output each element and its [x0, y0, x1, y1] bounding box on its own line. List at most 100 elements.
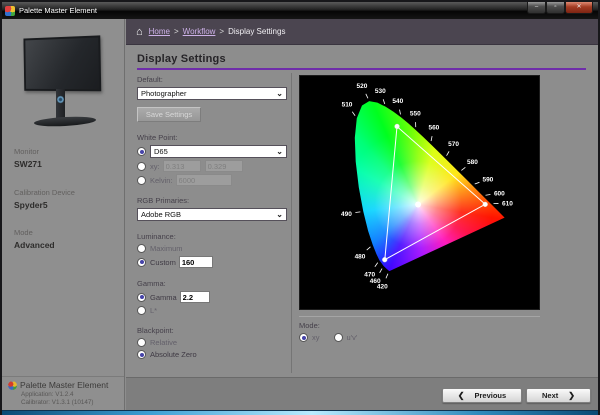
mode-label: Mode: [14, 228, 55, 237]
lstar-radio[interactable]: [137, 306, 146, 315]
mode-uv-radio[interactable]: [334, 333, 343, 342]
navigation-footer: ❮ Previous Next ❯: [126, 377, 598, 410]
maximum-radio[interactable]: [137, 244, 146, 253]
monitor-base-art: [34, 115, 96, 127]
sidebar-footer: Palette Master Element Application: V1.2…: [2, 376, 124, 410]
home-icon: ⌂: [136, 27, 143, 37]
monitor-info: Monitor SW271: [14, 147, 42, 169]
diagram-mode-row: Mode: xy u'v': [299, 321, 542, 342]
xy-label: xy:: [150, 162, 160, 171]
white-point-xy-row: xy:: [137, 160, 287, 172]
absolute-zero-radio[interactable]: [137, 350, 146, 359]
luminance-label: Luminance:: [137, 232, 287, 241]
footer-app-name: Palette Master Element: [20, 380, 108, 390]
rgb-primaries-select[interactable]: Adobe RGB ⌄: [137, 208, 287, 221]
white-point-select[interactable]: D65 ⌄: [150, 145, 287, 158]
mode-xy-label: xy: [312, 333, 320, 342]
mode-uv-label: u'v': [347, 333, 358, 342]
lstar-label: L*: [150, 306, 157, 315]
relative-label: Relative: [150, 338, 177, 347]
breadcrumb-home-link[interactable]: Home: [149, 27, 170, 36]
window-bottom-edge: [2, 410, 598, 415]
custom-label: Custom: [150, 258, 176, 267]
svg-text:480: 480: [355, 253, 366, 260]
gamma-radio-label: Gamma: [150, 293, 177, 302]
svg-text:470: 470: [364, 271, 375, 278]
white-point-kelvin-row: Kelvin:: [137, 174, 287, 186]
default-select[interactable]: Photographer ⌄: [137, 87, 287, 100]
x-value-field: [163, 160, 201, 172]
monitor-image: [16, 33, 108, 125]
maximize-button[interactable]: ▫: [546, 2, 565, 14]
y-value-field: [205, 160, 243, 172]
settings-form: Default: Photographer ⌄ Save Settings Wh…: [137, 75, 287, 362]
minimize-button[interactable]: –: [527, 2, 546, 14]
cie-chromaticity-diagram: 4204604704804905105205305405505605705805…: [299, 75, 540, 310]
default-select-value: Photographer: [141, 89, 276, 98]
calibration-device-info: Calibration Device Spyder5: [14, 188, 75, 210]
save-settings-button[interactable]: Save Settings: [137, 107, 201, 122]
white-point-preset-radio[interactable]: [137, 147, 146, 156]
svg-text:580: 580: [467, 159, 478, 166]
monitor-label: Monitor: [14, 147, 42, 156]
kelvin-field: [176, 174, 232, 186]
white-point-label: White Point:: [137, 133, 287, 142]
chevron-right-icon: ❯: [568, 391, 575, 400]
white-point-select-value: D65: [154, 147, 276, 156]
maximum-label: Maximum: [150, 244, 183, 253]
custom-luminance-field[interactable]: [179, 256, 213, 268]
absolute-zero-label: Absolute Zero: [150, 350, 197, 359]
diagram-mode-label: Mode:: [299, 321, 542, 330]
calibrator-version: Calibrator: V1.3.1 (10147): [21, 399, 124, 406]
gamma-label: Gamma:: [137, 279, 287, 288]
window-title: Palette Master Element: [19, 6, 97, 15]
monitor-stand-hole-art: [57, 95, 64, 104]
blackpoint-absolute-row: Absolute Zero: [137, 350, 287, 359]
previous-button[interactable]: ❮ Previous: [442, 388, 522, 403]
monitor-value: SW271: [14, 159, 42, 169]
monitor-screen-art: [23, 35, 101, 91]
kelvin-radio[interactable]: [137, 176, 146, 185]
blackpoint-label: Blackpoint:: [137, 326, 287, 335]
app-icon: [5, 6, 15, 16]
page-title: Display Settings: [126, 45, 598, 65]
svg-text:610: 610: [502, 200, 513, 207]
app-window: Palette Master Element – ▫ ✕ Monitor SW2…: [0, 0, 600, 415]
mode-info: Mode Advanced: [14, 228, 55, 250]
svg-text:570: 570: [448, 141, 459, 148]
gamma-field[interactable]: [180, 291, 210, 303]
svg-text:460: 460: [370, 278, 381, 285]
breadcrumb-current: Display Settings: [228, 27, 285, 36]
breadcrumb-workflow-link[interactable]: Workflow: [183, 27, 216, 36]
chevron-down-icon: ⌄: [276, 149, 283, 155]
next-button-label: Next: [542, 391, 558, 400]
cie-overlay: 4204604704804905105205305405505605705805…: [300, 76, 541, 311]
window-controls: – ▫ ✕: [527, 2, 593, 14]
svg-text:510: 510: [342, 102, 353, 109]
relative-radio[interactable]: [137, 338, 146, 347]
heading-rule: [137, 68, 586, 70]
breadcrumb: ⌂ Home > Workflow > Display Settings: [126, 19, 598, 45]
device-value: Spyder5: [14, 200, 75, 210]
white-point-xy-radio[interactable]: [137, 162, 146, 171]
svg-text:540: 540: [392, 98, 403, 105]
mode-xy-option: xy: [299, 333, 320, 342]
svg-text:560: 560: [428, 125, 439, 132]
titlebar[interactable]: Palette Master Element – ▫ ✕: [2, 2, 598, 19]
gamma-value-row: Gamma: [137, 291, 287, 303]
custom-radio[interactable]: [137, 258, 146, 267]
mode-xy-radio[interactable]: [299, 333, 308, 342]
white-point-preset-row: D65 ⌄: [137, 145, 287, 158]
chevron-down-icon: ⌄: [276, 212, 283, 218]
chevron-left-icon: ❮: [458, 391, 465, 400]
mode-uv-option: u'v': [334, 333, 358, 342]
luminance-maximum-row: Maximum: [137, 244, 287, 253]
next-button[interactable]: Next ❯: [526, 388, 591, 403]
close-button[interactable]: ✕: [565, 2, 593, 14]
mode-value: Advanced: [14, 240, 55, 250]
chevron-down-icon: ⌄: [276, 91, 283, 97]
gamma-radio[interactable]: [137, 293, 146, 302]
breadcrumb-separator: >: [219, 27, 224, 36]
monitor-stand-art: [56, 89, 65, 119]
pme-logo-icon: [8, 381, 17, 390]
